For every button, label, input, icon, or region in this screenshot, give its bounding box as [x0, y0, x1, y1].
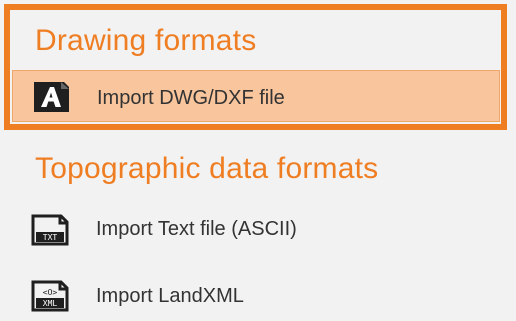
topographic-data-formats-heading: Topographic data formats — [35, 152, 379, 185]
import-menu: Drawing formats Import DWG/DXF file Topo… — [0, 0, 516, 321]
import-dwg-dxf-item[interactable]: Import DWG/DXF file — [12, 70, 500, 122]
drawing-formats-heading: Drawing formats — [35, 24, 257, 57]
import-dwg-dxf-label: Import DWG/DXF file — [97, 87, 285, 109]
import-text-file-label: Import Text file (ASCII) — [96, 218, 297, 240]
import-text-file-item[interactable]: TXT Import Text file (ASCII) — [12, 204, 500, 256]
txt-icon-text: TXT — [43, 233, 58, 242]
dwg-dxf-icon — [31, 80, 71, 114]
import-landxml-label: Import LandXML — [96, 285, 244, 307]
import-landxml-item[interactable]: <O> XML Import LandXML — [12, 270, 500, 321]
xml-icon-bottom-text: XML — [43, 299, 58, 308]
xml-icon-top-text: <O> — [43, 288, 58, 297]
xml-file-icon: <O> XML — [30, 279, 70, 313]
txt-file-icon: TXT — [30, 213, 70, 247]
